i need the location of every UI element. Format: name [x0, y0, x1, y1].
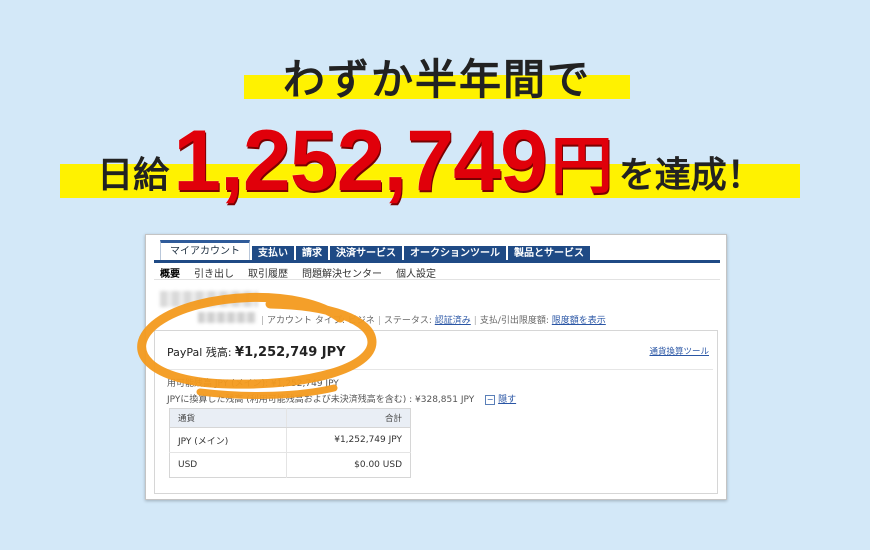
- headline-amount: 1,252,749: [173, 113, 548, 209]
- divider: [154, 279, 720, 280]
- headline-prefix: 日給: [97, 155, 170, 196]
- converted-balance-text: JPYに換算した残高 (利用可能残高および未決済残高を含む) : ¥328,85…: [167, 395, 475, 405]
- currency-table: 通貨 合計 JPY (メイン) ¥1,252,749 JPY USD $0.00…: [169, 408, 411, 478]
- subnav-resolution-center[interactable]: 問題解決センター: [302, 265, 382, 280]
- balance-label: PayPal 残高:: [167, 346, 232, 359]
- subnav-withdraw[interactable]: 引き出し: [194, 265, 234, 280]
- headline-suffix: を達成！: [618, 155, 763, 196]
- tab-payments[interactable]: 支払い: [252, 246, 294, 261]
- headline-line1: わずか半年間で: [244, 58, 630, 102]
- balance-summary: PayPal 残高: ¥1,252,749 JPY: [167, 344, 346, 360]
- subnav-profile[interactable]: 個人設定: [396, 265, 436, 280]
- table-row: JPY (メイン) ¥1,252,749 JPY: [169, 427, 411, 453]
- table-row: USD $0.00 USD: [169, 452, 411, 478]
- col-header-currency: 通貨: [169, 408, 287, 428]
- subnav-overview[interactable]: 概要: [160, 265, 180, 280]
- headline-unit: 円: [550, 129, 613, 202]
- subnav-history[interactable]: 取引履歴: [248, 265, 288, 280]
- headline-text: わずか半年間で: [282, 55, 591, 104]
- tab-products-services[interactable]: 製品とサービス: [508, 246, 590, 261]
- main-tabs: マイアカウント 支払い 請求 決済サービス オークションツール 製品とサービス: [160, 240, 716, 261]
- account-type: アカウント タイプ: ビジネ: [267, 316, 375, 326]
- tab-my-account[interactable]: マイアカウント: [160, 240, 250, 261]
- tab-auction-tools[interactable]: オークションツール: [404, 246, 506, 261]
- hide-label: 隠す: [498, 395, 517, 405]
- currency-cell: USD: [169, 452, 287, 478]
- blurred-name: [160, 291, 258, 307]
- tab-invoice[interactable]: 請求: [296, 246, 328, 261]
- status-link[interactable]: 認証済み: [435, 316, 471, 326]
- headline-line2: 日給 1,252,749 円 を達成！: [60, 112, 800, 209]
- paypal-screenshot: マイアカウント 支払い 請求 決済サービス オークションツール 製品とサービス …: [145, 234, 727, 500]
- status-label: ステータス:: [383, 316, 432, 326]
- limit-label: 支払/引出限度額:: [479, 316, 549, 326]
- total-cell: ¥1,252,749 JPY: [286, 427, 411, 453]
- account-info: | アカウント タイプ: ビジネ | ステータス: 認証済み | 支払/引出限度額: 限度…: [261, 316, 606, 326]
- converted-balance-line: JPYに換算した残高 (利用可能残高および未決済残高を含む) : ¥328,85…: [167, 392, 516, 405]
- sub-navigation: 概要 引き出し 取引履歴 問題解決センター 個人設定: [160, 265, 436, 280]
- tab-payment-services[interactable]: 決済サービス: [330, 246, 402, 261]
- minus-icon: −: [485, 394, 496, 405]
- currency-converter-link[interactable]: 通貨換算ツール: [649, 345, 709, 357]
- divider: [159, 369, 713, 370]
- available-balance-line: 用可能残高 JPY (メイン): ¥1,252,749 JPY: [167, 379, 339, 389]
- limit-link[interactable]: 限度額を表示: [552, 316, 606, 326]
- currency-cell: JPY (メイン): [169, 427, 287, 453]
- balance-value: ¥1,252,749 JPY: [235, 345, 346, 360]
- hide-button[interactable]: − 隠す: [485, 394, 517, 405]
- blurred-email: [198, 312, 256, 323]
- col-header-total: 合計: [286, 408, 411, 428]
- total-cell: $0.00 USD: [286, 452, 411, 478]
- balance-box: PayPal 残高: ¥1,252,749 JPY 通貨換算ツール 用可能残高 …: [154, 330, 718, 494]
- tab-underline: [154, 260, 720, 263]
